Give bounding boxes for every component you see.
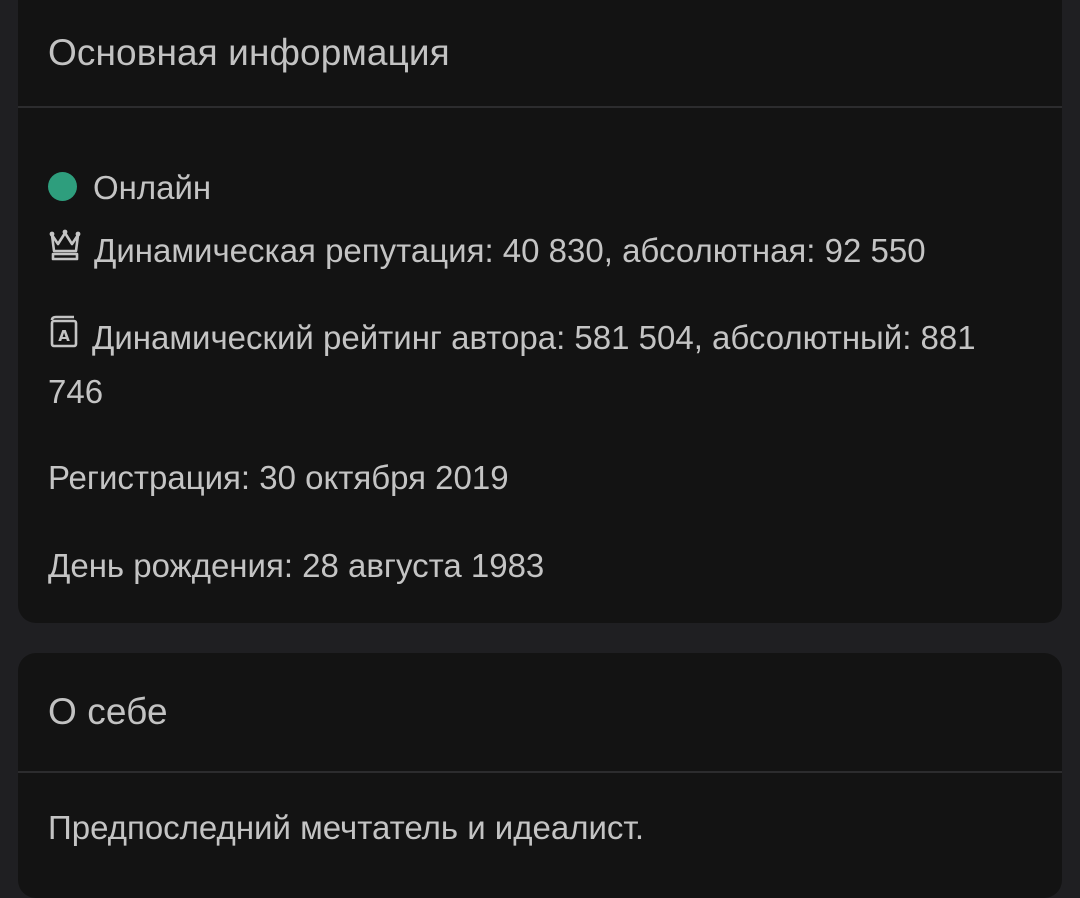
main-info-card: Основная информация Онлайн Динамическая …: [18, 0, 1062, 623]
main-info-header: Основная информация: [18, 0, 1062, 108]
about-title: О себе: [48, 691, 168, 732]
birthday-row: День рождения: 28 августа 1983: [48, 540, 1002, 592]
registration-row: Регистрация: 30 октября 2019: [48, 452, 1002, 504]
about-card: О себе Предпоследний мечтатель и идеалис…: [18, 653, 1062, 898]
about-text-row: Предпоследний мечтатель и идеалист.: [48, 802, 1002, 854]
author-rating-row: A Динамический рейтинг автора: 581 504, …: [48, 312, 1002, 418]
crown-icon: [48, 224, 82, 276]
author-rating-text: Динамический рейтинг автора: 581 504, аб…: [48, 319, 976, 411]
about-text: Предпоследний мечтатель и идеалист.: [48, 809, 645, 846]
registration-text: Регистрация: 30 октября 2019: [48, 459, 509, 496]
reputation-row: Динамическая репутация: 40 830, абсолютн…: [48, 225, 1002, 279]
online-status-label: Онлайн: [93, 169, 212, 206]
reputation-text: Динамическая репутация: 40 830, абсолютн…: [94, 232, 926, 269]
online-status-dot-icon: [48, 171, 77, 201]
about-header: О себе: [18, 653, 1062, 773]
birthday-text: День рождения: 28 августа 1983: [48, 547, 545, 584]
online-status: Онлайн: [48, 162, 1002, 214]
svg-text:A: A: [58, 327, 70, 345]
book-icon: A: [48, 311, 80, 363]
main-info-title: Основная информация: [48, 32, 450, 73]
